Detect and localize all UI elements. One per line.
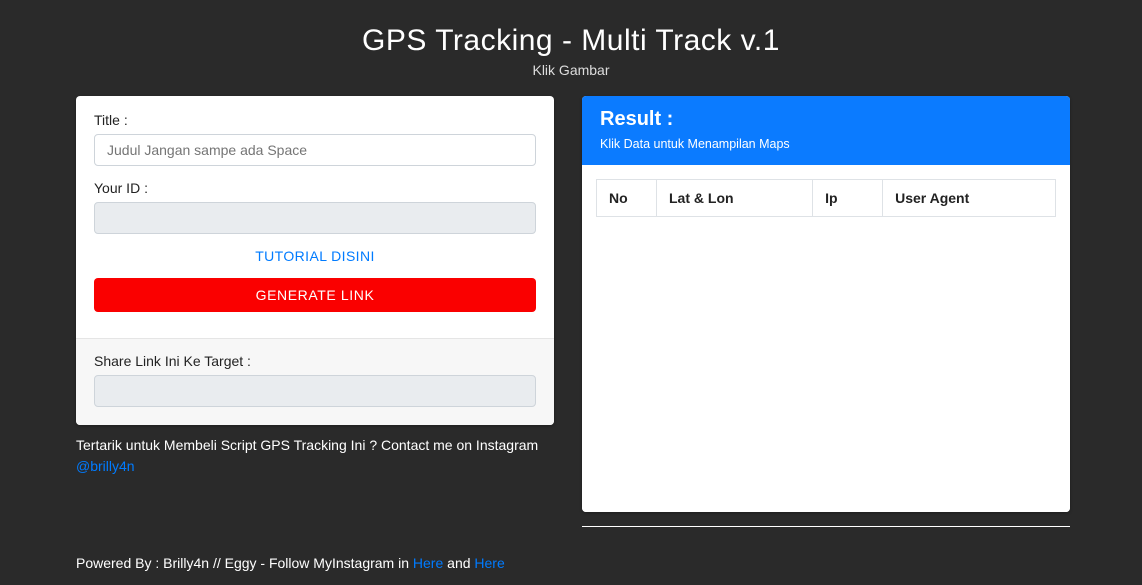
tutorial-link[interactable]: TUTORIAL DISINI bbox=[94, 248, 536, 264]
your-id-label: Your ID : bbox=[94, 180, 536, 196]
result-card: Result : Klik Data untuk Menampilan Maps… bbox=[582, 96, 1070, 512]
instagram-handle-link[interactable]: @brilly4n bbox=[76, 458, 135, 474]
title-label: Title : bbox=[94, 112, 536, 128]
page-title: GPS Tracking - Multi Track v.1 bbox=[76, 24, 1066, 58]
contact-text: Tertarik untuk Membeli Script GPS Tracki… bbox=[76, 437, 538, 453]
col-no: No bbox=[597, 180, 657, 217]
table-header-row: No Lat & Lon Ip User Agent bbox=[597, 180, 1056, 217]
page-subtitle: Klik Gambar bbox=[76, 62, 1066, 78]
form-card: Title : Your ID : TUTORIAL DISINI GENERA… bbox=[76, 96, 554, 425]
contact-note: Tertarik untuk Membeli Script GPS Tracki… bbox=[76, 435, 554, 477]
result-table: No Lat & Lon Ip User Agent bbox=[596, 179, 1056, 217]
share-label: Share Link Ini Ke Target : bbox=[94, 353, 536, 369]
your-id-input[interactable] bbox=[94, 202, 536, 234]
footer-mid: and bbox=[447, 555, 474, 571]
col-latlon: Lat & Lon bbox=[657, 180, 813, 217]
footer-prefix: Powered By : Brilly4n // Eggy - Follow M… bbox=[76, 555, 413, 571]
result-header: Result : Klik Data untuk Menampilan Maps bbox=[582, 96, 1070, 165]
divider bbox=[582, 526, 1070, 527]
page-header: GPS Tracking - Multi Track v.1 Klik Gamb… bbox=[76, 24, 1066, 78]
result-title: Result : bbox=[600, 108, 1052, 131]
page-footer: Powered By : Brilly4n // Eggy - Follow M… bbox=[0, 555, 1142, 571]
col-useragent: User Agent bbox=[883, 180, 1056, 217]
result-body[interactable]: No Lat & Lon Ip User Agent bbox=[582, 165, 1070, 512]
title-input[interactable] bbox=[94, 134, 536, 166]
share-section: Share Link Ini Ke Target : bbox=[76, 338, 554, 425]
footer-link-2[interactable]: Here bbox=[474, 555, 504, 571]
result-hint: Klik Data untuk Menampilan Maps bbox=[600, 137, 1052, 151]
share-link-input[interactable] bbox=[94, 375, 536, 407]
footer-link-1[interactable]: Here bbox=[413, 555, 443, 571]
generate-link-button[interactable]: GENERATE LINK bbox=[94, 278, 536, 312]
col-ip: Ip bbox=[813, 180, 883, 217]
